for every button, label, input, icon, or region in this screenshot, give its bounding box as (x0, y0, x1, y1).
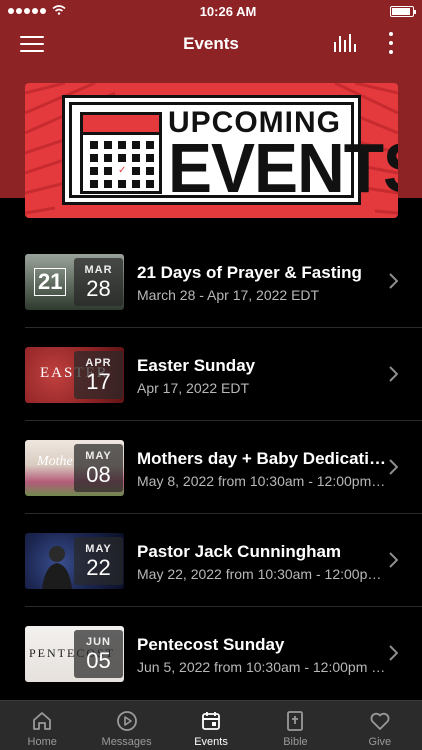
calendar-icon (202, 712, 220, 730)
chevron-right-icon (389, 645, 398, 661)
chevron-right-icon (389, 459, 398, 475)
event-date-range: Apr 17, 2022 EDT (137, 380, 250, 396)
calendar-illustration-icon: ✓ (80, 112, 162, 194)
event-title: Mothers day + Baby Dedication (137, 449, 387, 468)
event-date-badge: APR 17 (74, 351, 123, 399)
speaker-silhouette (42, 546, 72, 589)
event-row[interactable]: PENTECOST JUN 05 Pentecost Sunday Jun 5,… (25, 607, 422, 700)
battery-icon (389, 5, 416, 17)
event-row[interactable]: EASTER APR 17 Easter Sunday Apr 17, 2022… (25, 328, 422, 421)
banner-card: ✓ UPCOMING EVENTS (62, 95, 398, 205)
event-thumbnail: EASTER APR 17 (25, 347, 124, 403)
event-title: Easter Sunday (137, 356, 256, 375)
tab-label: Home (27, 736, 57, 748)
events-list: 21 MAR 28 21 Days of Prayer & Fasting Ma… (0, 235, 422, 700)
audio-bars-icon[interactable] (334, 34, 358, 52)
tab-label: Give (368, 736, 392, 748)
home-icon (33, 712, 52, 730)
tab-bar: Home Messages Events Bible Give (0, 700, 422, 750)
chevron-right-icon (389, 366, 398, 382)
heart-icon (370, 712, 390, 730)
status-bar: 10:26 AM (0, 0, 422, 22)
event-thumbnail: MAY 22 (25, 533, 124, 589)
status-time: 10:26 AM (199, 3, 257, 19)
event-date-badge: MAY 08 (74, 444, 123, 492)
event-thumbnail: 21 MAR 28 (25, 254, 124, 310)
tab-give[interactable]: Give (338, 701, 422, 750)
tab-messages[interactable]: Messages (84, 701, 168, 750)
event-date-range: May 8, 2022 from 10:30am - 12:00pm EDT (137, 473, 387, 489)
event-thumbnail: PENTECOST JUN 05 (25, 626, 124, 682)
page-title: Events (183, 34, 239, 53)
wifi-icon (52, 4, 66, 18)
event-date-badge: MAY 22 (74, 537, 123, 585)
event-date-range: Jun 5, 2022 from 10:30am - 12:00pm EDT (137, 659, 387, 675)
event-row[interactable]: MAY 22 Pastor Jack Cunningham May 22, 20… (25, 514, 422, 607)
event-row[interactable]: Mothe MAY 08 Mothers day + Baby Dedicati… (25, 421, 422, 514)
tab-bible[interactable]: Bible (253, 701, 337, 750)
tab-events[interactable]: Events (169, 701, 253, 750)
chevron-right-icon (389, 273, 398, 289)
play-circle-icon (116, 711, 137, 731)
event-date-range: May 22, 2022 from 10:30am - 12:00pm EDT (137, 566, 387, 582)
event-date-range: March 28 - Apr 17, 2022 EDT (137, 287, 320, 303)
event-title: 21 Days of Prayer & Fasting (137, 263, 362, 282)
event-title: Pastor Jack Cunningham (137, 542, 342, 561)
event-row[interactable]: 21 MAR 28 21 Days of Prayer & Fasting Ma… (25, 235, 422, 328)
navigation-bar: Events (0, 22, 422, 66)
signal-strength-icon (8, 4, 66, 18)
bible-icon (287, 711, 304, 731)
event-date-badge: JUN 05 (74, 630, 123, 678)
banner-title-line2: EVENTS (168, 128, 398, 207)
event-thumbnail: Mothe MAY 08 (25, 440, 124, 496)
upcoming-events-banner: ✓ UPCOMING EVENTS (25, 83, 398, 218)
event-title: Pentecost Sunday (137, 635, 285, 654)
tab-label: Bible (283, 736, 308, 748)
more-options-icon[interactable] (388, 32, 394, 54)
event-date-badge: MAR 28 (74, 258, 123, 306)
tab-label: Messages (101, 736, 152, 748)
tab-home[interactable]: Home (0, 701, 84, 750)
chevron-right-icon (389, 552, 398, 568)
tab-label: Events (194, 736, 228, 748)
